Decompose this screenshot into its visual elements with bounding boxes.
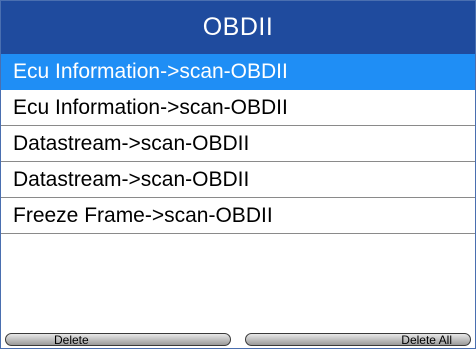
delete-button-label: Delete xyxy=(54,332,89,347)
record-list: Ecu Information->scan-OBDII Ecu Informat… xyxy=(1,54,475,234)
list-item-label: Ecu Information->scan-OBDII xyxy=(13,95,288,119)
delete-all-button[interactable]: Delete All xyxy=(245,333,471,346)
bottom-button-bar: Delete Delete All xyxy=(5,331,471,346)
delete-button[interactable]: Delete xyxy=(5,333,231,346)
list-item-label: Ecu Information->scan-OBDII xyxy=(13,59,288,83)
list-item[interactable]: Datastream->scan-OBDII xyxy=(1,126,475,162)
list-item-label: Freeze Frame->scan-OBDII xyxy=(13,203,273,227)
delete-all-button-label: Delete All xyxy=(401,332,452,347)
list-item[interactable]: Freeze Frame->scan-OBDII xyxy=(1,198,475,234)
list-item-label: Datastream->scan-OBDII xyxy=(13,131,250,155)
obd-screen: OBDII Ecu Information->scan-OBDII Ecu In… xyxy=(0,0,476,349)
list-item[interactable]: Ecu Information->scan-OBDII xyxy=(1,54,475,90)
list-item-label: Datastream->scan-OBDII xyxy=(13,167,250,191)
list-item[interactable]: Ecu Information->scan-OBDII xyxy=(1,90,475,126)
list-item[interactable]: Datastream->scan-OBDII xyxy=(1,162,475,198)
page-title: OBDII xyxy=(1,1,475,54)
